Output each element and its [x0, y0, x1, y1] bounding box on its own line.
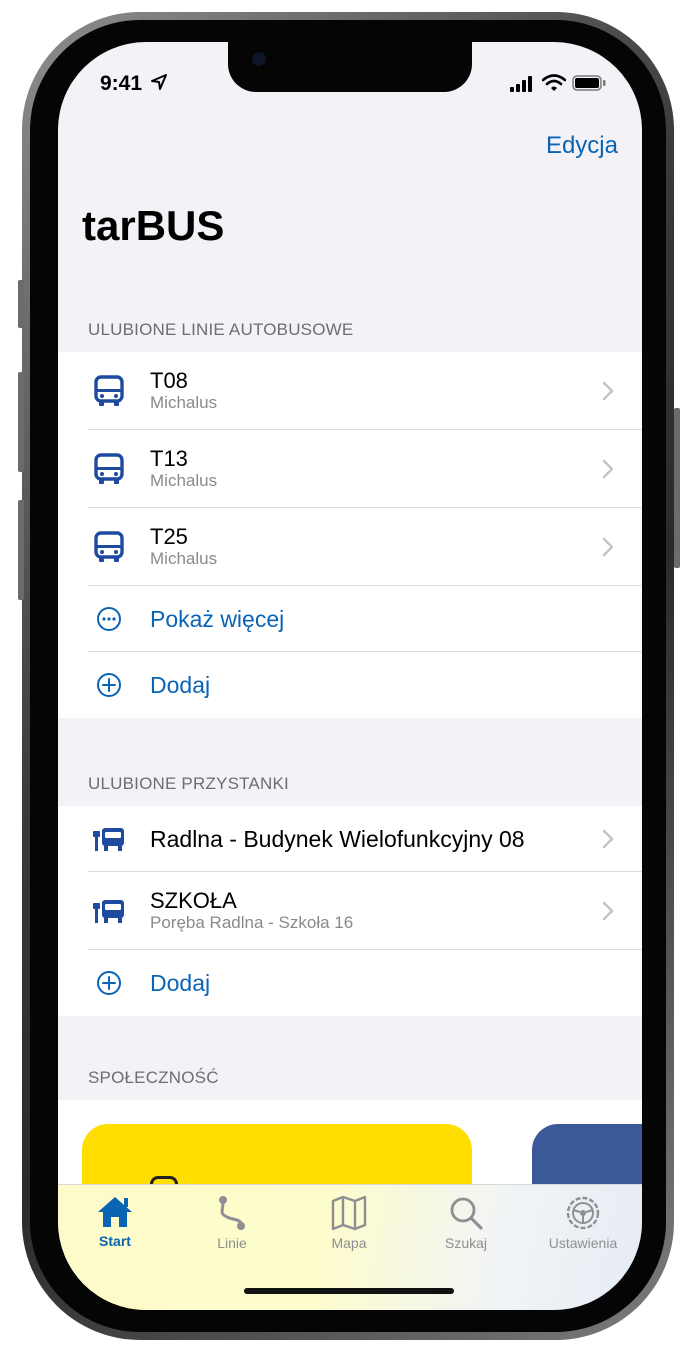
map-icon [331, 1195, 367, 1231]
edit-button[interactable]: Edycja [546, 132, 618, 160]
add-line-button[interactable]: Dodaj [58, 652, 642, 718]
favorite-line-row[interactable]: T25 Michalus [58, 508, 642, 586]
line-number: T08 [150, 368, 188, 393]
favorite-stops-header: ULUBIONE PRZYSTANKI [88, 774, 289, 793]
favorite-line-row[interactable]: T08 Michalus [58, 352, 642, 430]
power-button [674, 408, 680, 568]
favorite-stop-row[interactable]: SZKOŁA Poręba Radlna - Szkoła 16 [58, 872, 642, 950]
page-title: tarBUS [82, 202, 225, 249]
route-icon [219, 1196, 245, 1230]
search-icon [450, 1197, 483, 1230]
add-stop-label: Dodaj [150, 969, 211, 996]
bus-icon [92, 452, 126, 486]
line-operator: Michalus [150, 471, 218, 490]
line-operator: Michalus [150, 393, 218, 412]
community-header: SPOŁECZNOŚĆ [88, 1068, 219, 1087]
bus-icon [92, 530, 126, 564]
chevron-right-icon [602, 829, 614, 849]
tab-label: Ustawienia [548, 1235, 618, 1251]
steering-wheel-icon [566, 1196, 600, 1230]
line-number: T25 [150, 524, 188, 549]
tab-mapa[interactable]: Mapa [304, 1195, 394, 1251]
stop-name: Radlna - Budynek Wielofunkcyjny 08 [150, 826, 525, 852]
favorite-lines-list: T08 Michalus T13 Michalus T25 Michalus P… [58, 352, 642, 718]
battery-icon [572, 75, 606, 91]
stop-name: SZKOŁA [150, 888, 237, 913]
stop-subtitle: Poręba Radlna - Szkoła 16 [150, 913, 354, 932]
bus-stop-icon [92, 894, 126, 928]
tab-szukaj[interactable]: Szukaj [421, 1195, 511, 1251]
chevron-right-icon [602, 901, 614, 921]
notch [228, 42, 472, 92]
favorite-line-row[interactable]: T13 Michalus [58, 430, 642, 508]
show-more-button[interactable]: Pokaż więcej [58, 586, 642, 652]
status-time: 9:41 [100, 72, 143, 95]
tab-start[interactable]: Start [70, 1195, 160, 1249]
tab-label: Linie [217, 1235, 247, 1251]
tab-linie[interactable]: Linie [187, 1195, 277, 1251]
front-camera [252, 52, 266, 66]
silent-switch [18, 280, 24, 328]
bus-icon [92, 374, 126, 408]
favorite-stop-row[interactable]: Radlna - Budynek Wielofunkcyjny 08 [58, 806, 642, 872]
volume-down-button [18, 500, 24, 600]
volume-up-button [18, 372, 24, 472]
add-stop-button[interactable]: Dodaj [58, 950, 642, 1016]
tab-label: Start [99, 1233, 131, 1249]
add-line-label: Dodaj [150, 671, 211, 698]
chevron-right-icon [602, 537, 614, 557]
line-operator: Michalus [150, 549, 218, 568]
tab-label: Mapa [331, 1235, 367, 1251]
line-number: T13 [150, 446, 188, 471]
tab-label: Szukaj [444, 1235, 488, 1251]
chevron-right-icon [602, 459, 614, 479]
plus-circle-icon [92, 668, 126, 702]
favorite-lines-header: ULUBIONE LINIE AUTOBUSOWE [88, 320, 354, 339]
bus-stop-icon [92, 822, 126, 856]
tab-ustawienia[interactable]: Ustawienia [538, 1195, 628, 1251]
house-icon [98, 1197, 132, 1227]
ellipsis-circle-icon [92, 602, 126, 636]
home-indicator [244, 1288, 454, 1294]
chevron-right-icon [602, 381, 614, 401]
location-arrow-icon [151, 74, 167, 90]
favorite-stops-list: Radlna - Budynek Wielofunkcyjny 08 SZKOŁ… [58, 806, 642, 1016]
screen: 9:41 Edycja tarBUS ULUBIONE LINIE AUTOBU… [58, 42, 642, 1310]
cellular-signal-icon [510, 76, 532, 92]
show-more-label: Pokaż więcej [150, 605, 285, 632]
wifi-icon [542, 74, 566, 91]
plus-circle-icon [92, 966, 126, 1000]
